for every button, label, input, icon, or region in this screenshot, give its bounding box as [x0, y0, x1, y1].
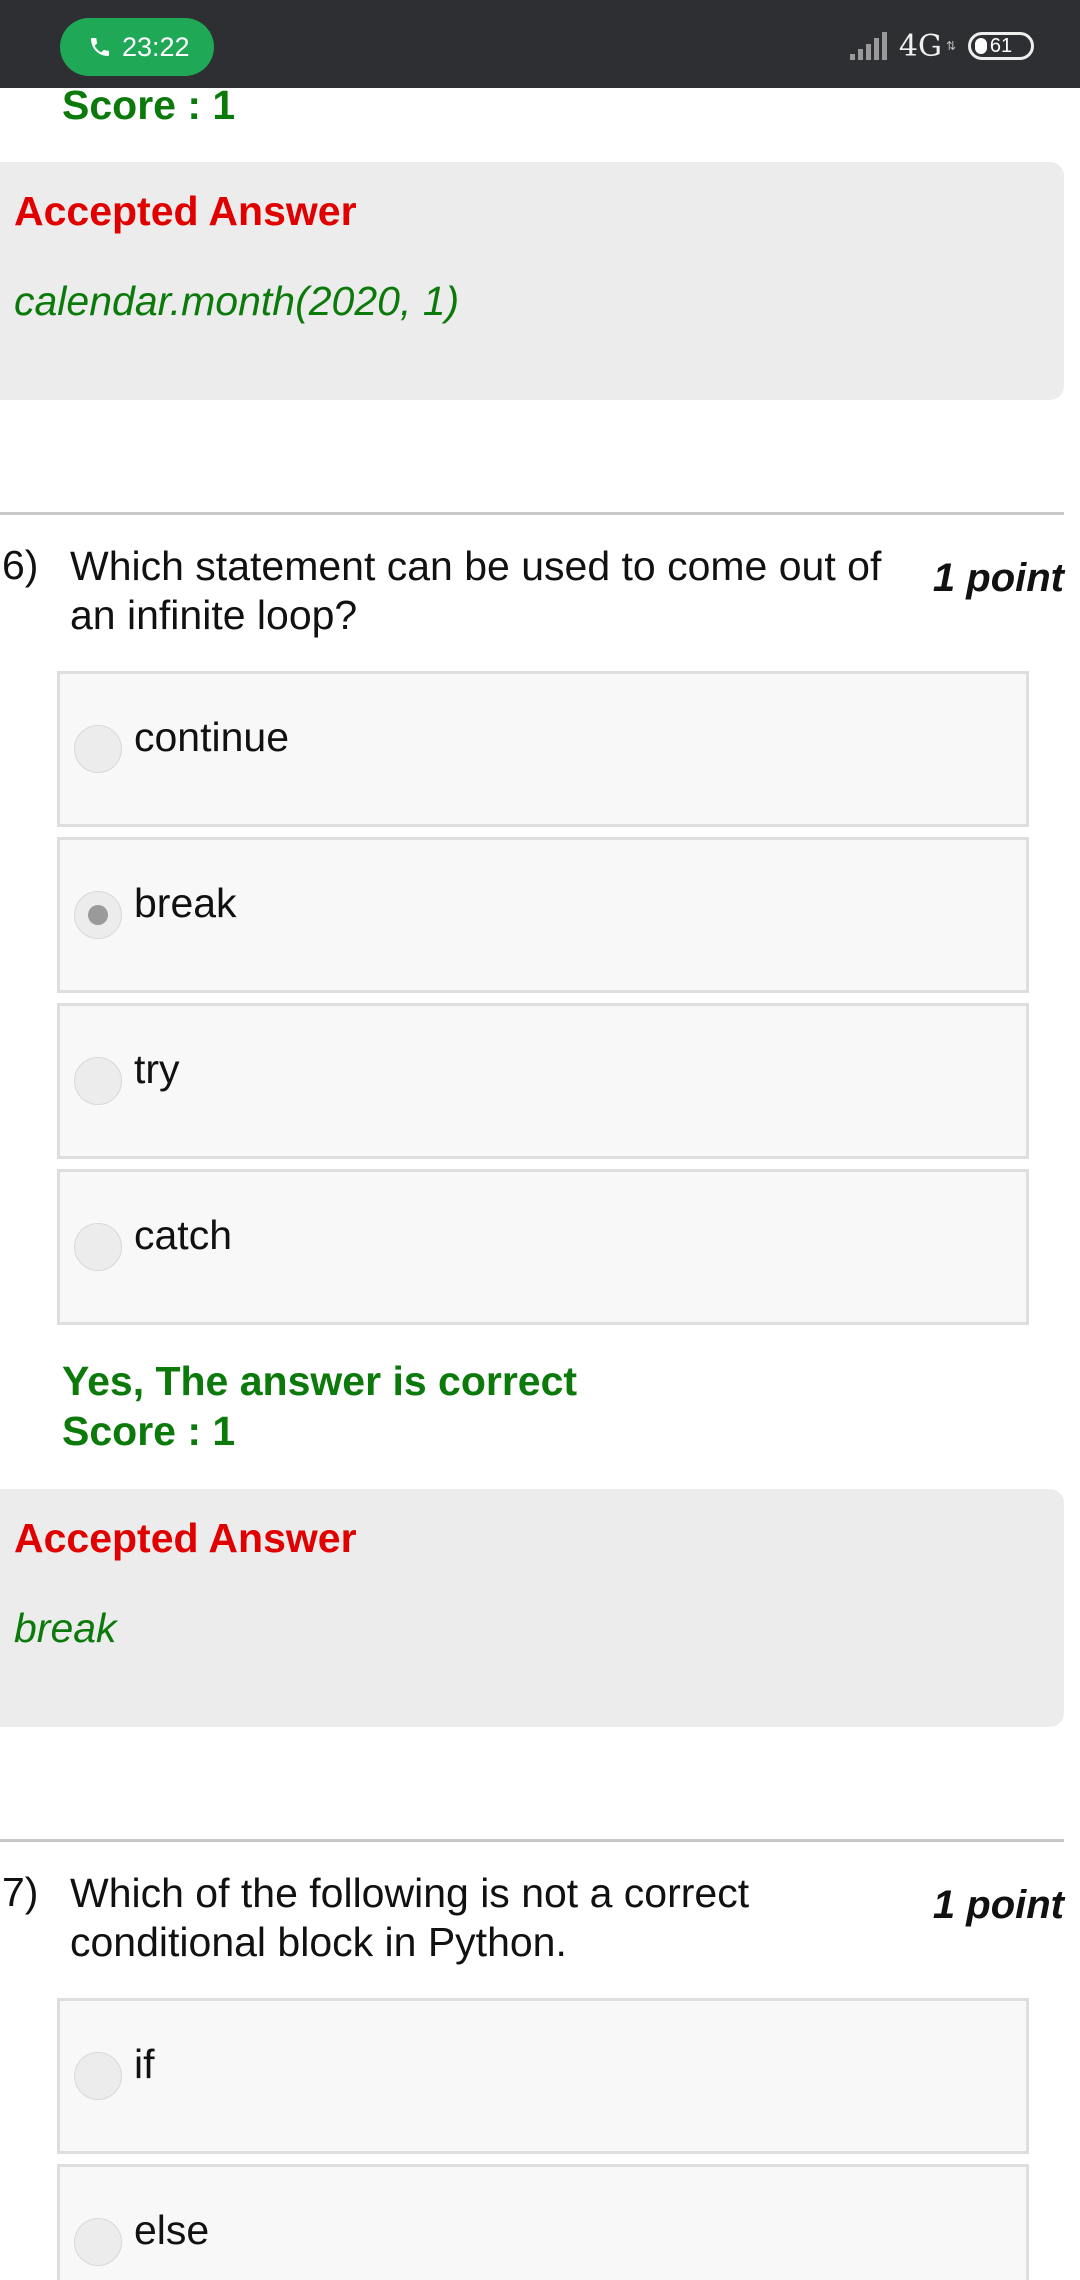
network-type: 4G — [898, 28, 942, 64]
option-label: break — [134, 880, 237, 926]
option-catch[interactable]: catch — [57, 1169, 1029, 1325]
status-bar: 23:22 4G ⇅ 61 — [0, 0, 1080, 88]
question-number: 6) — [2, 542, 39, 588]
question-divider — [0, 1839, 1064, 1842]
question-divider — [0, 512, 1064, 515]
battery-icon: 61 — [968, 32, 1034, 60]
accepted-answer-box: Accepted Answer break — [0, 1489, 1064, 1727]
data-arrows-icon: ⇅ — [945, 39, 956, 53]
call-time: 23:22 — [122, 32, 190, 62]
accepted-answer-text: break — [14, 1605, 117, 1651]
accepted-answer-title: Accepted Answer — [14, 1515, 357, 1561]
ongoing-call-pill[interactable]: 23:22 — [60, 18, 214, 76]
radio-button[interactable] — [74, 1057, 122, 1105]
question-points: 1 point — [932, 1883, 1064, 1927]
question-number: 7) — [2, 1869, 39, 1915]
option-label: if — [134, 2041, 155, 2087]
accepted-answer-box: Accepted Answer calendar.month(2020, 1) — [0, 162, 1064, 400]
question-points: 1 point — [932, 556, 1064, 600]
accepted-answer-text: calendar.month(2020, 1) — [14, 278, 460, 324]
option-label: catch — [134, 1212, 232, 1258]
option-if[interactable]: if — [57, 1998, 1029, 2154]
question-score: Score : 1 — [62, 1408, 236, 1454]
radio-button[interactable] — [74, 1223, 122, 1271]
radio-button[interactable] — [74, 725, 122, 773]
signal-icon — [849, 32, 887, 60]
option-label: else — [134, 2207, 210, 2253]
accepted-answer-title: Accepted Answer — [14, 188, 357, 234]
radio-button[interactable] — [74, 2052, 122, 2100]
answer-feedback: Yes, The answer is correct — [62, 1358, 578, 1404]
prev-score: Score : 1 — [62, 82, 236, 128]
quiz-page: 23:22 4G ⇅ 61 Score : 1 Accepted Answer … — [0, 0, 1080, 2280]
radio-button-selected[interactable] — [74, 891, 122, 939]
option-label: continue — [134, 714, 290, 760]
option-try[interactable]: try — [57, 1003, 1029, 1159]
question-text: Which of the following is not a correct … — [70, 1870, 750, 1965]
option-break[interactable]: break — [57, 837, 1029, 993]
question-text: Which statement can be used to come out … — [70, 543, 882, 638]
battery-level: 61 — [989, 35, 1013, 57]
status-icons: 4G ⇅ 61 — [849, 26, 1034, 66]
option-else[interactable]: else — [57, 2164, 1029, 2280]
phone-icon — [91, 38, 109, 56]
option-label: try — [134, 1046, 180, 1092]
option-continue[interactable]: continue — [57, 671, 1029, 827]
radio-button[interactable] — [74, 2218, 122, 2266]
